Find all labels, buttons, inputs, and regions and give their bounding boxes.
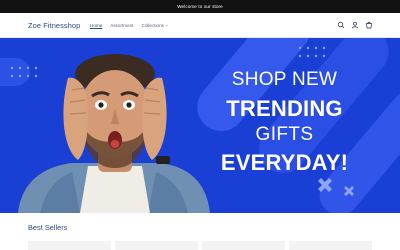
hero-headline-line-4: EVERYDAY! (220, 150, 349, 175)
cart-icon[interactable] (365, 21, 373, 29)
hero-banner[interactable]: SHOP NEW TRENDING GIFTS EVERYDAY! (0, 38, 400, 213)
announcement-text: Welcome to our store (177, 4, 223, 9)
hero-headline-line-3: GIFTS (255, 124, 314, 145)
search-icon[interactable] (337, 21, 345, 29)
main-nav: Home Assortment Collections (90, 23, 169, 28)
best-sellers-heading: Best Sellers (28, 223, 68, 232)
nav-home[interactable]: Home (90, 23, 102, 28)
account-icon[interactable] (351, 21, 359, 29)
model-illustration (18, 54, 210, 213)
announcement-bar: Welcome to our store (0, 0, 400, 13)
hero-headline-line-2: TRENDING (226, 96, 343, 121)
product-card[interactable] (202, 241, 285, 250)
nav-assortment-label: Assortment (110, 23, 134, 28)
nav-home-label: Home (90, 23, 103, 28)
product-card[interactable] (289, 241, 372, 250)
chevron-down-icon (166, 24, 169, 27)
product-card[interactable] (115, 241, 198, 250)
product-card[interactable] (28, 241, 111, 250)
nav-collections[interactable]: Collections (142, 23, 169, 28)
site-header: Zoe Fitnesshop Home Assortment Collectio… (0, 13, 400, 38)
hero-headline-line-1: SHOP NEW (231, 69, 338, 90)
header-icons (337, 21, 373, 29)
brand-logo[interactable]: Zoe Fitnesshop (28, 21, 80, 30)
nav-assortment[interactable]: Assortment (110, 23, 133, 28)
nav-collections-label: Collections (141, 23, 164, 28)
